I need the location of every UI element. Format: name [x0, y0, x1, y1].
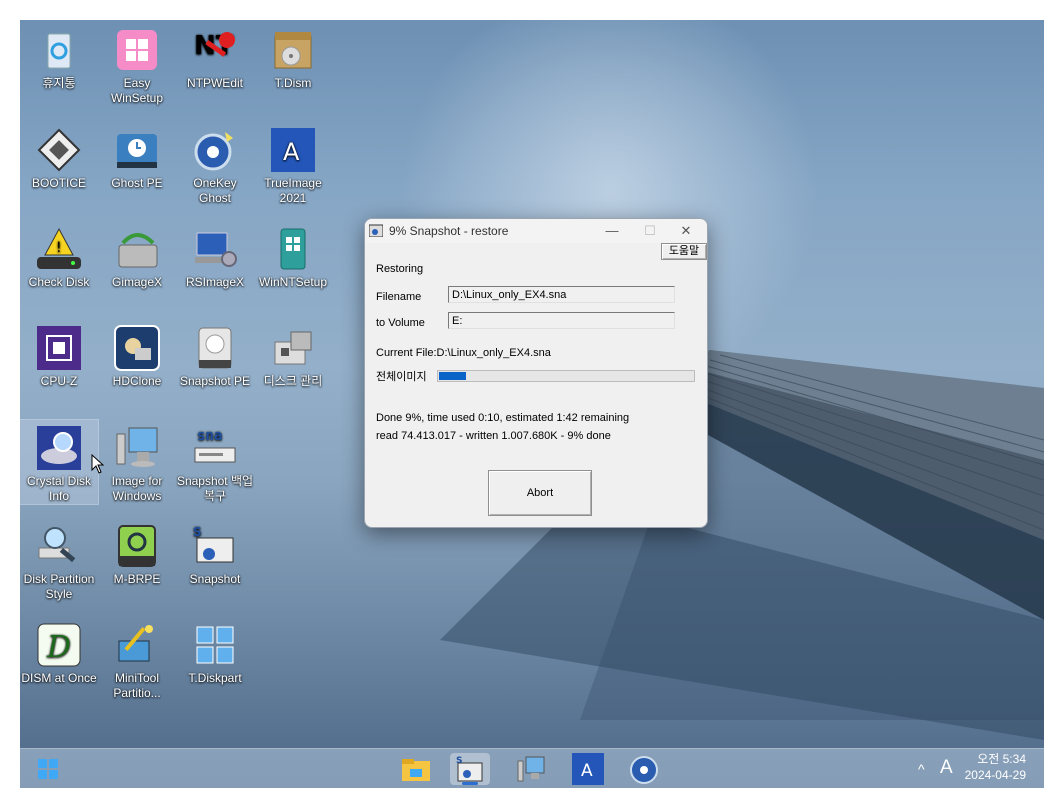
desktop-icon-dism-at-once[interactable]: D DISM at Once	[20, 621, 98, 686]
desktop-icon-snapshot-backup[interactable]: sna Snapshot 백업 복구	[176, 424, 254, 504]
done-status-line: Done 9%, time used 0:10, estimated 1:42 …	[376, 412, 630, 424]
desktop-icon-disk-management[interactable]: 디스크 관리	[254, 324, 332, 389]
status-text: Restoring	[376, 263, 424, 275]
desktop-icon-ntpwedit[interactable]: NT NTPWEdit	[176, 26, 254, 91]
desktop-icon-rsimagex[interactable]: RSImageX	[176, 225, 254, 290]
taskbar-snapshot[interactable]: S	[450, 753, 490, 785]
onekey-ghost-icon	[630, 756, 658, 784]
ime-indicator[interactable]: A	[940, 757, 953, 779]
monitor-icon	[113, 424, 161, 472]
desktop-icon-image-for-windows[interactable]: Image for Windows	[98, 424, 176, 504]
dism-letter-icon: D	[35, 621, 83, 669]
dialog-title: 9% Snapshot - restore	[389, 224, 509, 238]
filename-field[interactable]: D:\Linux_only_EX4.sna	[448, 286, 675, 303]
image-label: 전체이미지	[376, 371, 427, 383]
svg-text:S: S	[456, 756, 462, 766]
drive-arrow-icon	[113, 225, 161, 273]
drive-clock-icon	[191, 324, 239, 372]
windows-logo-icon	[38, 759, 58, 779]
green-drive-icon	[113, 522, 161, 570]
clock-date: 2024-04-29	[964, 768, 1026, 782]
taskbar-file-explorer[interactable]	[396, 753, 436, 785]
disk-management-icon	[269, 324, 317, 372]
drive-restore-icon	[113, 126, 161, 174]
crystal-disk-icon	[35, 424, 83, 472]
monitor-icon	[517, 756, 545, 782]
snapshot-app-icon	[369, 224, 383, 237]
close-button[interactable]: ✕	[669, 221, 703, 241]
taskbar: S A ^ A 오전 5:34 2024-04-29	[20, 748, 1044, 788]
desktop-icon-hdclone[interactable]: HDClone	[98, 324, 176, 389]
desktop-icon-crystal-disk-info[interactable]: Crystal Disk Info	[20, 419, 99, 505]
desktop-icon-minitool[interactable]: MiniTool Partitio...	[98, 621, 176, 701]
tray-chevron-icon[interactable]: ^	[918, 761, 925, 777]
folder-icon	[402, 759, 430, 781]
desktop-icon-bootice[interactable]: BOOTICE	[20, 126, 98, 191]
desktop-icon-easy-winsetup[interactable]: Easy WinSetup	[98, 26, 176, 106]
taskbar-trueimage[interactable]: A	[568, 753, 608, 785]
svg-text:S: S	[193, 525, 202, 539]
desktop-icon-cpu-z[interactable]: CPU-Z	[20, 324, 98, 389]
current-file-text: Current File:D:\Linux_only_EX4.sna	[376, 347, 551, 359]
svg-text:D: D	[46, 630, 71, 665]
desktop: 휴지통 Easy WinSetup NT NTPWEdit T.Dism BOO…	[20, 20, 1044, 788]
windows-setup-icon	[113, 26, 161, 74]
svg-text:A: A	[283, 138, 300, 166]
read-written-line: read 74.413.017 - written 1.007.680K - 9…	[376, 430, 611, 442]
hdclone-icon	[113, 324, 161, 372]
desktop-icon-tdism[interactable]: T.Dism	[254, 26, 332, 91]
svg-text:sna: sna	[197, 428, 222, 444]
taskbar-clock[interactable]: 오전 5:34 2024-04-29	[965, 751, 1026, 783]
filename-label: Filename	[376, 291, 422, 303]
snapshot-camera-icon: S	[191, 522, 239, 570]
maximize-button[interactable]: ☐	[633, 221, 667, 241]
start-button[interactable]	[28, 753, 68, 785]
svg-text:A: A	[581, 761, 593, 781]
snapshot-restore-dialog: 9% Snapshot - restore — ☐ ✕ 도움말 Restorin…	[364, 218, 708, 528]
desktop-icon-trueimage[interactable]: A TrueImage 2021	[254, 126, 332, 206]
desktop-icon-snapshot[interactable]: S Snapshot	[176, 522, 254, 587]
snapshot-camera-icon: S	[456, 756, 483, 782]
minitool-wand-icon	[113, 621, 161, 669]
taskbar-image-for-windows[interactable]	[510, 753, 550, 785]
package-disc-icon	[269, 26, 317, 74]
warning-drive-icon: !	[35, 225, 83, 273]
desktop-icon-disk-partition-style[interactable]: Disk Partition Style	[20, 522, 98, 602]
cpu-icon	[35, 324, 83, 372]
volume-label: to Volume	[376, 317, 425, 329]
desktop-icon-ghost-pe[interactable]: Ghost PE	[98, 126, 176, 191]
computer-gear-icon	[191, 225, 239, 273]
desktop-icon-check-disk[interactable]: ! Check Disk	[20, 225, 98, 290]
recycle-bin-icon	[35, 26, 83, 74]
volume-field[interactable]: E:	[448, 312, 675, 329]
acronis-icon: A	[572, 753, 604, 785]
progress-fill	[439, 372, 466, 380]
floppy-icon	[35, 126, 83, 174]
desktop-icon-winntsetup[interactable]: WinNTSetup	[254, 225, 332, 290]
clock-time: 오전 5:34	[977, 752, 1026, 766]
taskbar-onekey-ghost[interactable]	[624, 753, 664, 785]
minimize-button[interactable]: —	[595, 221, 629, 241]
progress-bar	[437, 370, 695, 382]
mouse-cursor-icon	[91, 454, 105, 474]
dialog-titlebar[interactable]: 9% Snapshot - restore — ☐ ✕	[365, 219, 707, 243]
desktop-icon-m-brpe[interactable]: M-BRPE	[98, 522, 176, 587]
desktop-icon-recycle-bin[interactable]: 휴지통	[20, 26, 98, 91]
windows-tiles-icon	[191, 621, 239, 669]
desktop-icon-tdiskpart[interactable]: T.Diskpart	[176, 621, 254, 686]
abort-button[interactable]: Abort	[488, 470, 592, 516]
help-button[interactable]: 도움말	[661, 243, 707, 260]
winntsetup-icon	[269, 225, 317, 273]
svg-text:!: !	[56, 240, 62, 256]
onekey-ghost-icon	[191, 126, 239, 174]
acronis-icon: A	[269, 126, 317, 174]
desktop-icon-snapshot-pe[interactable]: Snapshot PE	[176, 324, 254, 389]
key-icon: NT	[191, 26, 239, 74]
magnifier-drive-icon	[35, 522, 83, 570]
sna-drive-icon: sna	[191, 424, 239, 472]
desktop-icon-onekey-ghost[interactable]: OneKey Ghost	[176, 126, 254, 206]
desktop-icon-gimagex[interactable]: GimageX	[98, 225, 176, 290]
